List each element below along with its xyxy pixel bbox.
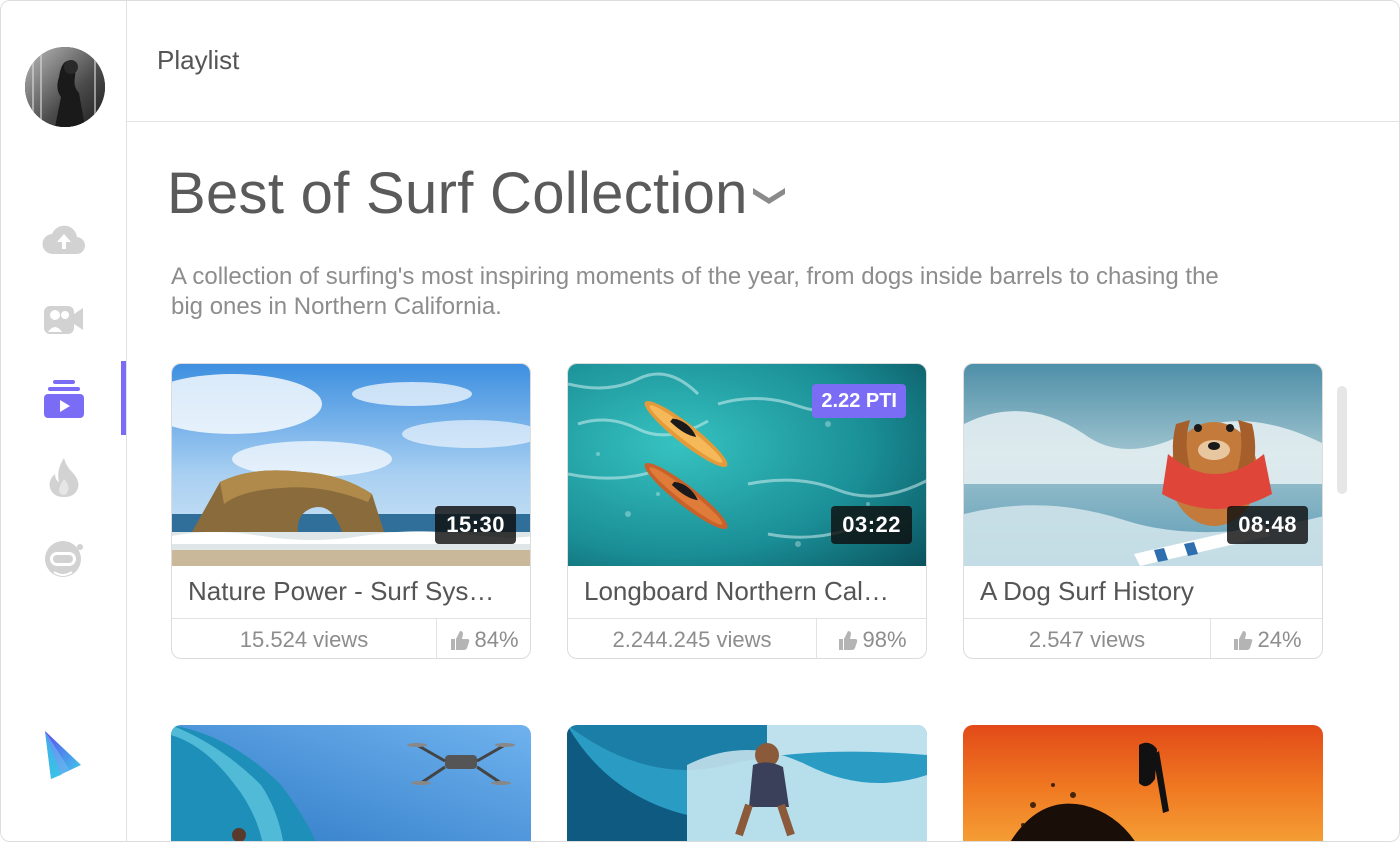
- video-thumbnail[interactable]: [963, 725, 1323, 841]
- sidebar-item-trending[interactable]: [1, 447, 127, 507]
- view-count: 2.547 views: [1028, 627, 1146, 652]
- like-stat[interactable]: 84%: [436, 619, 530, 658]
- video-card[interactable]: 08:48 A Dog Surf History 2.547 views 24%: [963, 363, 1323, 659]
- sidebar: [1, 1, 127, 841]
- app-window: Playlist Best of Surf Collection A colle…: [0, 0, 1400, 842]
- sidebar-item-upload[interactable]: [1, 209, 127, 269]
- video-stats: 15.524 views 84%: [172, 618, 530, 658]
- like-percentage: 84%: [474, 626, 519, 652]
- view-count: 15.524 views: [239, 627, 369, 652]
- thumbs-up-icon: [839, 630, 858, 650]
- like-percentage: 98%: [862, 626, 907, 652]
- sidebar-item-profile[interactable]: [1, 529, 127, 589]
- playlist-description: A collection of surfing's most inspiring…: [171, 263, 1219, 320]
- like-stat[interactable]: 24%: [1210, 619, 1322, 658]
- active-indicator: [121, 361, 126, 435]
- video-title[interactable]: Longboard Northern Cal…: [584, 576, 914, 607]
- duration-badge: 03:22: [831, 506, 912, 544]
- duration-badge: 08:48: [1227, 506, 1308, 544]
- thumbs-up-icon: [451, 630, 470, 650]
- video-title[interactable]: Nature Power - Surf Sys…: [188, 576, 518, 607]
- cloud-upload-icon: [42, 225, 86, 255]
- page-title: Playlist: [157, 45, 240, 75]
- video-stats: 2.244.245 views 98%: [568, 618, 926, 658]
- pti-badge: 2.22 PTI: [812, 384, 906, 418]
- brand-logo[interactable]: [41, 729, 85, 783]
- playlist-title: Best of Surf Collection: [167, 161, 748, 226]
- like-percentage: 24%: [1257, 626, 1302, 652]
- sidebar-item-playlist[interactable]: [1, 369, 127, 429]
- astronaut-icon: [45, 541, 83, 577]
- video-card[interactable]: 15:30 Nature Power - Surf Sys… 15.524 vi…: [171, 363, 531, 659]
- video-stats: 2.547 views 24%: [964, 618, 1322, 658]
- like-stat[interactable]: 98%: [816, 619, 926, 658]
- flame-icon: [49, 458, 79, 497]
- duration-badge: 15:30: [435, 506, 516, 544]
- sidebar-item-videos[interactable]: [1, 289, 127, 349]
- video-thumbnail[interactable]: [567, 725, 927, 841]
- video-camera-icon: [44, 306, 83, 334]
- view-count: 2.244.245 views: [612, 627, 772, 652]
- video-title[interactable]: A Dog Surf History: [980, 576, 1310, 607]
- playlist-icon: [44, 380, 84, 418]
- avatar[interactable]: [25, 47, 105, 127]
- video-thumbnail[interactable]: [171, 725, 531, 841]
- scrollbar[interactable]: [1337, 386, 1347, 494]
- main-content: Best of Surf Collection A collection of …: [127, 122, 1399, 841]
- thumbs-up-icon: [1234, 630, 1253, 650]
- video-card[interactable]: 2.22 PTI 03:22 Longboard Northern Cal… 2…: [567, 363, 927, 659]
- top-bar: Playlist: [127, 1, 1399, 122]
- chevron-down-icon[interactable]: [749, 180, 789, 210]
